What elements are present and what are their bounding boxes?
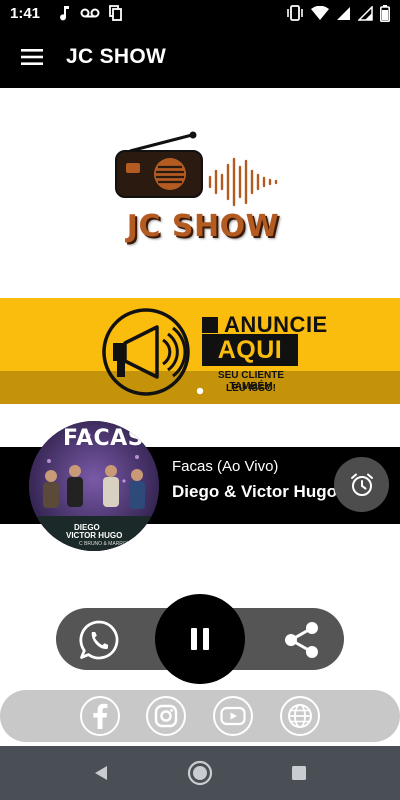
share-icon <box>285 622 318 658</box>
status-time: 1:41 <box>10 4 41 22</box>
signal-icon <box>337 6 350 20</box>
social-links-bar <box>0 690 400 742</box>
music-note-icon <box>60 6 70 21</box>
home-icon <box>187 760 213 786</box>
logo-text: JC SHOW <box>126 209 280 244</box>
cover-artist-line2: VICTOR HUGO <box>66 531 123 540</box>
facebook-button[interactable] <box>80 696 120 736</box>
megaphone-icon <box>102 308 190 396</box>
vibrate-icon <box>287 5 303 21</box>
wifi-icon <box>311 5 329 20</box>
copy-icon <box>109 5 122 21</box>
page-title: JC SHOW <box>66 45 167 68</box>
hamburger-menu-icon <box>21 49 43 65</box>
banner-tagline-line2: LEU ISSO! <box>225 383 276 394</box>
globe-icon <box>288 704 312 728</box>
facebook-icon <box>93 703 108 729</box>
back-icon <box>95 766 107 780</box>
recents-icon <box>292 766 306 780</box>
track-artist: Diego & Victor Hugo <box>172 482 337 501</box>
nav-recents-button[interactable] <box>286 760 312 786</box>
menu-button[interactable] <box>0 26 64 88</box>
share-button[interactable] <box>281 619 323 661</box>
instagram-icon <box>154 704 178 728</box>
album-cover: FACAS DIEGO VICTOR HUGO C BRUNO & MARRON… <box>29 421 159 551</box>
nav-back-button[interactable] <box>88 760 114 786</box>
carousel-dot <box>196 387 204 395</box>
banner-highlight: AQUI <box>202 334 298 366</box>
alarm-clock-icon <box>350 473 373 496</box>
pause-icon <box>191 628 209 650</box>
track-title: Facas (Ao Vivo) <box>172 458 279 475</box>
voicemail-icon <box>80 8 100 18</box>
youtube-button[interactable] <box>213 696 253 736</box>
radio-icon <box>115 131 278 207</box>
youtube-icon <box>220 706 246 726</box>
signal-icon <box>358 5 373 21</box>
whatsapp-button[interactable] <box>78 619 120 661</box>
pause-button[interactable] <box>155 594 245 684</box>
cover-title: FACAS <box>63 426 145 451</box>
website-button[interactable] <box>280 696 320 736</box>
instagram-button[interactable] <box>146 696 186 736</box>
whatsapp-icon <box>79 620 119 660</box>
cover-featuring: C BRUNO & MARRONE <box>79 541 134 547</box>
battery-icon <box>380 4 390 22</box>
station-logo: JC SHOW <box>110 125 290 253</box>
app-screen: 1:41 JC SHOW JC SHOW ANUNCIE AQUI SEU CL… <box>0 0 400 800</box>
status-bar: 1:41 <box>0 0 400 26</box>
alarm-button[interactable] <box>334 457 389 512</box>
nav-home-button[interactable] <box>187 760 213 786</box>
app-bar: JC SHOW <box>0 26 400 88</box>
